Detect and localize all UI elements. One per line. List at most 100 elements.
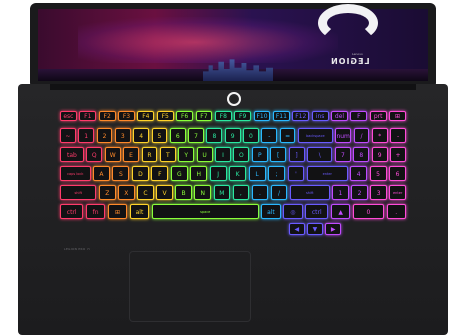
key-2-15[interactable]: 8 (353, 147, 370, 162)
key-4-0[interactable]: shift (60, 185, 97, 200)
key-2-6[interactable]: Y (178, 147, 195, 162)
key-4-4[interactable]: V (156, 185, 173, 200)
key-5-6[interactable]: ◎ (283, 204, 303, 219)
key-5-5[interactable]: alt (261, 204, 281, 219)
key-0-2[interactable]: F2 (98, 111, 116, 121)
key-3-15[interactable]: 6 (389, 166, 406, 181)
key-0-7[interactable]: F7 (195, 111, 213, 121)
key-2-13[interactable]: \ (307, 147, 333, 162)
key-4-3[interactable]: C (137, 185, 154, 200)
key-5-0[interactable]: ctrl (60, 204, 84, 219)
key-1-12[interactable]: = (279, 128, 296, 143)
key-2-7[interactable]: U (196, 147, 213, 162)
key-2-12[interactable]: ] (288, 147, 305, 162)
key-3-1[interactable]: A (93, 166, 110, 181)
key-3-14[interactable]: 5 (369, 166, 387, 181)
key-2-3[interactable]: E (123, 147, 139, 162)
key-4-15[interactable]: enter (389, 185, 406, 200)
key-1-15[interactable]: / (353, 128, 370, 143)
key-3-0[interactable]: caps lock (60, 166, 91, 181)
key-5-7[interactable]: ctrl (305, 204, 329, 219)
power-button[interactable] (227, 92, 241, 106)
key-6-2[interactable]: ▶ (325, 223, 341, 235)
key-1-5[interactable]: 5 (151, 128, 168, 143)
key-3-4[interactable]: F (151, 166, 169, 181)
key-2-0[interactable]: tab (60, 147, 84, 162)
key-4-2[interactable]: X (118, 185, 135, 200)
key-6-0[interactable]: ◀ (289, 223, 305, 235)
key-3-13[interactable]: 4 (350, 166, 368, 181)
key-3-11[interactable]: ' (287, 166, 305, 181)
key-0-16[interactable]: prt (369, 111, 387, 121)
key-4-6[interactable]: N (194, 185, 211, 200)
key-4-10[interactable]: / (270, 185, 288, 200)
key-0-5[interactable]: F5 (156, 111, 174, 121)
key-2-4[interactable]: R (141, 147, 158, 162)
key-3-12[interactable]: enter (306, 166, 348, 181)
touchpad[interactable] (129, 251, 251, 322)
key-4-12[interactable]: 1 (332, 185, 349, 200)
key-2-11[interactable]: [ (270, 147, 287, 162)
key-3-10[interactable]: ; (268, 166, 285, 181)
key-2-14[interactable]: 7 (334, 147, 351, 162)
key-2-9[interactable]: O (233, 147, 250, 162)
key-2-17[interactable]: + (390, 147, 406, 162)
key-2-1[interactable]: Q (86, 147, 103, 162)
key-3-7[interactable]: J (209, 166, 227, 181)
key-2-16[interactable]: 9 (371, 147, 388, 162)
key-0-0[interactable]: esc (60, 111, 77, 121)
key-1-13[interactable]: backspace (297, 128, 333, 143)
key-0-10[interactable]: F10 (253, 111, 271, 121)
key-0-9[interactable]: F9 (234, 111, 252, 121)
key-5-4[interactable]: space (151, 204, 259, 219)
key-3-3[interactable]: D (131, 166, 149, 181)
key-0-14[interactable]: del (331, 111, 348, 121)
key-5-10[interactable]: . (386, 204, 406, 219)
key-4-14[interactable]: 3 (370, 185, 387, 200)
key-2-2[interactable]: W (104, 147, 121, 162)
key-4-11[interactable]: shift (289, 185, 330, 200)
key-1-4[interactable]: 4 (133, 128, 150, 143)
key-4-7[interactable]: M (213, 185, 231, 200)
key-3-2[interactable]: S (112, 166, 130, 181)
key-1-7[interactable]: 7 (188, 128, 204, 143)
key-0-8[interactable]: F8 (214, 111, 232, 121)
key-4-5[interactable]: B (175, 185, 192, 200)
key-5-1[interactable]: fn (85, 204, 106, 219)
key-4-13[interactable]: 2 (351, 185, 368, 200)
key-5-8[interactable]: ▲ (330, 204, 351, 219)
key-1-1[interactable]: 1 (78, 128, 95, 143)
key-0-3[interactable]: F3 (118, 111, 135, 121)
key-0-11[interactable]: F11 (272, 111, 290, 121)
key-4-8[interactable]: , (232, 185, 250, 200)
key-1-2[interactable]: 2 (96, 128, 113, 143)
key-0-4[interactable]: F4 (137, 111, 155, 121)
key-3-9[interactable]: L (248, 166, 266, 181)
key-5-2[interactable]: ⊞ (107, 204, 128, 219)
key-3-8[interactable]: K (229, 166, 247, 181)
key-4-9[interactable]: . (251, 185, 269, 200)
key-6-1[interactable]: ▼ (307, 223, 323, 235)
key-0-6[interactable]: F6 (176, 111, 194, 121)
key-0-17[interactable]: ⊞ (389, 111, 406, 121)
key-1-17[interactable]: - (390, 128, 406, 143)
key-2-10[interactable]: P (251, 147, 268, 162)
key-0-13[interactable]: ins (311, 111, 329, 121)
key-1-11[interactable]: - (261, 128, 278, 143)
key-3-6[interactable]: H (190, 166, 208, 181)
key-2-8[interactable]: I (215, 147, 231, 162)
key-5-3[interactable]: alt (129, 204, 150, 219)
key-3-5[interactable]: G (170, 166, 188, 181)
key-1-6[interactable]: 6 (169, 128, 186, 143)
key-1-9[interactable]: 9 (224, 128, 241, 143)
key-1-14[interactable]: num (335, 128, 352, 143)
key-0-15[interactable]: F (350, 111, 368, 121)
key-1-16[interactable]: * (371, 128, 388, 143)
key-1-8[interactable]: 8 (206, 128, 223, 143)
key-0-12[interactable]: F12 (292, 111, 310, 121)
key-2-5[interactable]: T (159, 147, 176, 162)
key-4-1[interactable]: Z (98, 185, 116, 200)
key-5-9[interactable]: 0 (352, 204, 385, 219)
key-1-3[interactable]: 3 (114, 128, 131, 143)
key-1-0[interactable]: ~ (60, 128, 76, 143)
